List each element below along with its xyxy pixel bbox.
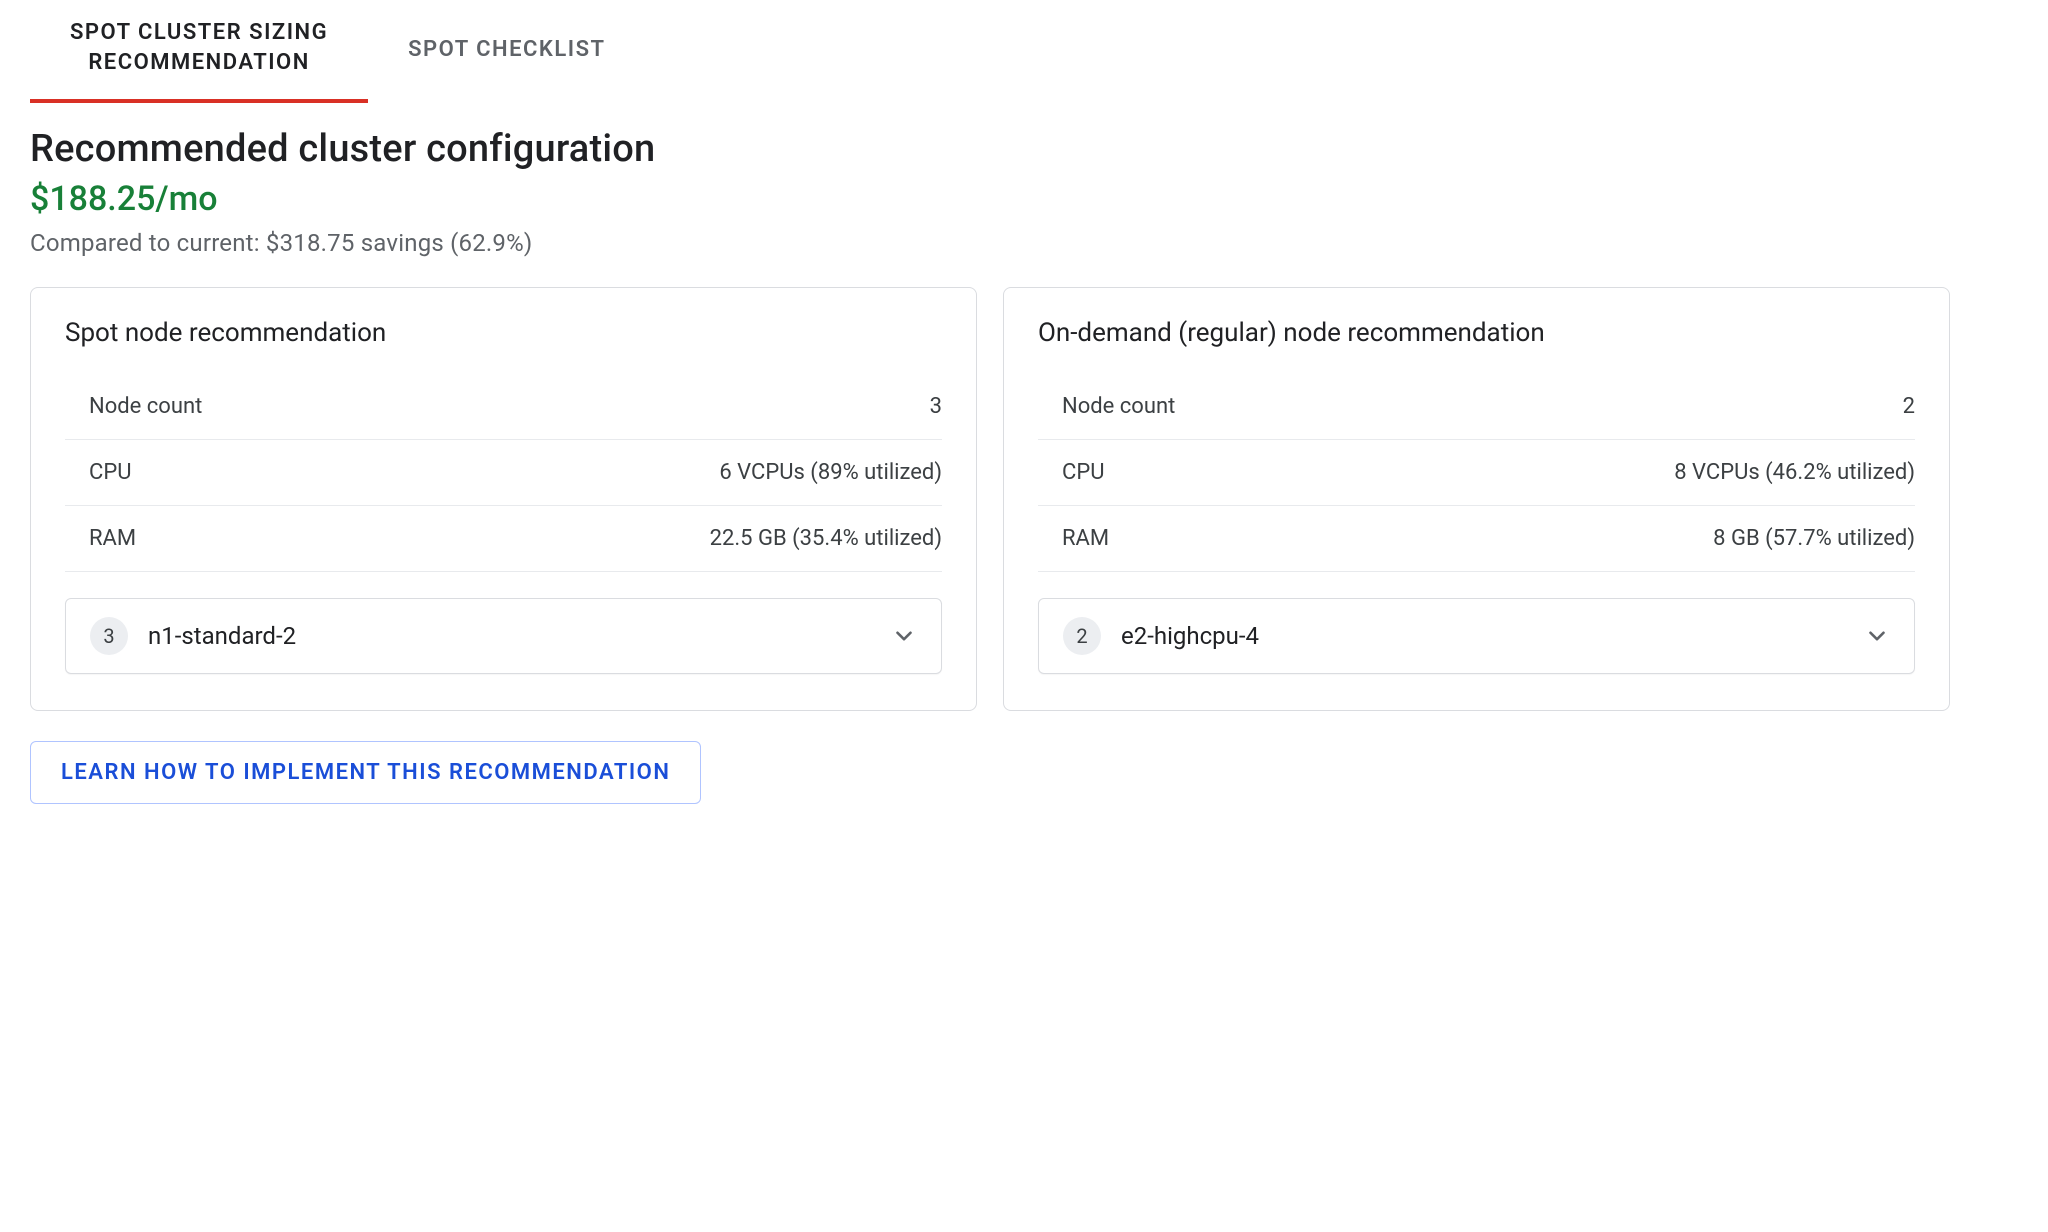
chevron-down-icon — [891, 623, 917, 649]
spot-ram-value: 22.5 GB (35.4% utilized) — [710, 526, 942, 551]
ondemand-ram-value: 8 GB (57.7% utilized) — [1713, 526, 1915, 551]
ondemand-ram-label: RAM — [1062, 526, 1109, 551]
ondemand-machine-type-select[interactable]: 2 e2-highcpu-4 — [1038, 598, 1915, 674]
tab-spot-checklist[interactable]: SPOT CHECKLIST — [368, 0, 645, 103]
spot-node-count-row: Node count 3 — [65, 374, 942, 440]
spot-node-count-value: 3 — [930, 394, 942, 419]
chevron-down-icon — [1864, 623, 1890, 649]
ondemand-recommendation-card: On-demand (regular) node recommendation … — [1003, 287, 1950, 711]
ondemand-machine-type-label: e2-highcpu-4 — [1121, 622, 1844, 650]
spot-recommendation-card: Spot node recommendation Node count 3 CP… — [30, 287, 977, 711]
page-title: Recommended cluster configuration — [30, 127, 2018, 171]
ondemand-card-title: On-demand (regular) node recommendation — [1038, 318, 1915, 348]
tabs-bar: SPOT CLUSTER SIZING RECOMMENDATION SPOT … — [30, 0, 2018, 103]
ondemand-cpu-row: CPU 8 VCPUs (46.2% utilized) — [1038, 440, 1915, 506]
spot-cpu-value: 6 VCPUs (89% utilized) — [719, 460, 942, 485]
spot-ram-label: RAM — [89, 526, 136, 551]
savings-comparison: Compared to current: $318.75 savings (62… — [30, 229, 2018, 257]
ondemand-cpu-value: 8 VCPUs (46.2% utilized) — [1674, 460, 1915, 485]
ondemand-node-count-label: Node count — [1062, 394, 1175, 419]
ondemand-node-count-value: 2 — [1903, 394, 1915, 419]
spot-cpu-row: CPU 6 VCPUs (89% utilized) — [65, 440, 942, 506]
spot-machine-count-chip: 3 — [90, 617, 128, 655]
spot-cpu-label: CPU — [89, 460, 131, 485]
ondemand-node-count-row: Node count 2 — [1038, 374, 1915, 440]
learn-how-button[interactable]: LEARN HOW TO IMPLEMENT THIS RECOMMENDATI… — [30, 741, 701, 804]
spot-ram-row: RAM 22.5 GB (35.4% utilized) — [65, 506, 942, 572]
ondemand-machine-count-chip: 2 — [1063, 617, 1101, 655]
ondemand-cpu-label: CPU — [1062, 460, 1104, 485]
spot-node-count-label: Node count — [89, 394, 202, 419]
ondemand-ram-row: RAM 8 GB (57.7% utilized) — [1038, 506, 1915, 572]
spot-card-title: Spot node recommendation — [65, 318, 942, 348]
spot-machine-type-select[interactable]: 3 n1-standard-2 — [65, 598, 942, 674]
recommended-price: $188.25/mo — [30, 179, 2018, 219]
tab-sizing-recommendation[interactable]: SPOT CLUSTER SIZING RECOMMENDATION — [30, 0, 368, 103]
spot-machine-type-label: n1-standard-2 — [148, 622, 871, 650]
